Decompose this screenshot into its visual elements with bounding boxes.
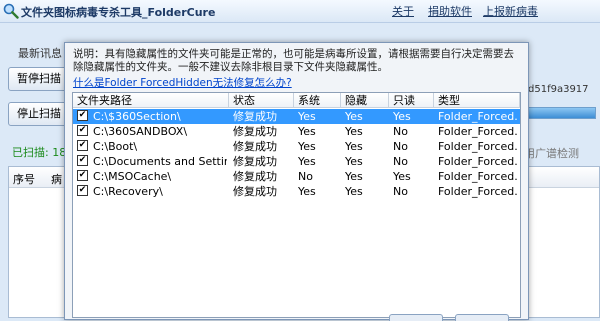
repair-status: 修复成功 [233, 185, 277, 198]
repair-status: 修复成功 [233, 140, 277, 153]
col-type[interactable]: 类型 [434, 93, 520, 108]
table-row[interactable]: ✔ C:\360SANDBOX\ 修复成功 Yes Yes No Folder_… [73, 124, 520, 139]
folder-path: C:\$360Section\ [93, 110, 181, 123]
table-row[interactable]: ✔ C:\MSOCache\ 修复成功 No Yes Yes Folder_Fo… [73, 169, 520, 184]
table-row[interactable]: ✔ C:\Documents and Settings\ 修复成功 Yes Ye… [73, 154, 520, 169]
stop-scan-button[interactable]: 停止扫描 [8, 102, 70, 126]
hidden-folders-dialog: 说明：具有隐藏属性的文件夹可能是正常的，也可能是病毒所设置，请根据需要自行决定需… [64, 42, 529, 321]
system-flag: Yes [298, 125, 316, 138]
row-checkbox[interactable]: ✔ [77, 185, 88, 196]
row-checkbox[interactable]: ✔ [77, 110, 88, 121]
system-flag: No [298, 170, 313, 183]
hidden-flag: Yes [345, 110, 363, 123]
system-flag: Yes [298, 155, 316, 168]
folder-type: Folder_Forced... [438, 170, 518, 183]
table-row[interactable]: ✔ C:\$360Section\ 修复成功 Yes Yes Yes Folde… [73, 109, 520, 124]
hash-text: d51f9a3917 [528, 84, 589, 95]
readonly-flag: No [393, 140, 408, 153]
system-flag: Yes [298, 140, 316, 153]
row-checkbox[interactable]: ✔ [77, 125, 88, 136]
folder-type: Folder_Forced... [438, 140, 518, 153]
readonly-flag: No [393, 155, 408, 168]
hidden-flag: Yes [345, 155, 363, 168]
about-link[interactable]: 关于 [392, 3, 414, 19]
donate-link[interactable]: 捐助软件 [428, 3, 472, 19]
system-flag: Yes [298, 185, 316, 198]
repair-status: 修复成功 [233, 125, 277, 138]
readonly-flag: No [393, 125, 408, 138]
folder-type: Folder_Forced... [438, 185, 518, 198]
forced-hidden-help-link[interactable]: 什么是Folder ForcedHidden无法修复怎么办? [73, 75, 292, 90]
scanned-count: 已扫描: 18 [12, 146, 67, 159]
folder-path: C:\Boot\ [93, 140, 138, 153]
report-virus-link[interactable]: 上报新病毒 [483, 3, 538, 19]
row-checkbox[interactable]: ✔ [77, 155, 88, 166]
pause-scan-button[interactable]: 暂停扫描 [8, 67, 70, 91]
folder-path: C:\MSOCache\ [93, 170, 172, 183]
repair-status: 修复成功 [233, 155, 277, 168]
repair-status: 修复成功 [233, 110, 277, 123]
folder-path: C:\360SANDBOX\ [93, 125, 188, 138]
row-checkbox[interactable]: ✔ [77, 140, 88, 151]
repair-status: 修复成功 [233, 170, 277, 183]
folder-type: Folder_Forced... [438, 125, 518, 138]
col-folder-path[interactable]: 文件夹路径 [73, 93, 229, 108]
row-checkbox[interactable]: ✔ [77, 170, 88, 181]
folder-path: C:\Recovery\ [93, 185, 163, 198]
col-virus[interactable]: 病 [51, 171, 62, 187]
hidden-flag: Yes [345, 125, 363, 138]
col-hidden[interactable]: 隐藏 [341, 93, 389, 108]
table-row[interactable]: ✔ C:\Boot\ 修复成功 Yes Yes No Folder_Forced… [73, 139, 520, 154]
title-bar: 文件夹图标病毒专杀工具_FolderCure 关于 捐助软件 上报新病毒 [0, 0, 600, 23]
col-readonly[interactable]: 只读 [389, 93, 434, 108]
hidden-flag: Yes [345, 185, 363, 198]
readonly-flag: No [393, 185, 408, 198]
folder-path: C:\Documents and Settings\ [93, 155, 227, 168]
folder-type: Folder_Forced... [438, 155, 518, 168]
col-index[interactable]: 序号 [13, 171, 35, 187]
system-flag: Yes [298, 110, 316, 123]
col-system[interactable]: 系统 [294, 93, 341, 108]
broad-check-option[interactable]: 用广谱检测 [524, 145, 579, 161]
folder-type: Folder_Forced... [438, 110, 518, 123]
hidden-flag: Yes [345, 140, 363, 153]
readonly-flag: Yes [393, 170, 411, 183]
dialog-note: 说明：具有隐藏属性的文件夹可能是正常的，也可能是病毒所设置，请根据需要自行决定需… [73, 48, 514, 73]
readonly-flag: Yes [393, 110, 411, 123]
col-status[interactable]: 状态 [229, 93, 294, 108]
latest-news-tab[interactable]: 最新讯息 [18, 45, 62, 61]
table-row[interactable]: ✔ C:\Recovery\ 修复成功 Yes Yes No Folder_Fo… [73, 184, 520, 199]
app-title: 文件夹图标病毒专杀工具_FolderCure [21, 6, 216, 19]
hidden-flag: Yes [345, 170, 363, 183]
magnifier-icon [3, 3, 19, 19]
folder-table[interactable]: 文件夹路径 状态 系统 隐藏 只读 类型 ✔ C:\$360Section\ 修… [72, 92, 521, 318]
